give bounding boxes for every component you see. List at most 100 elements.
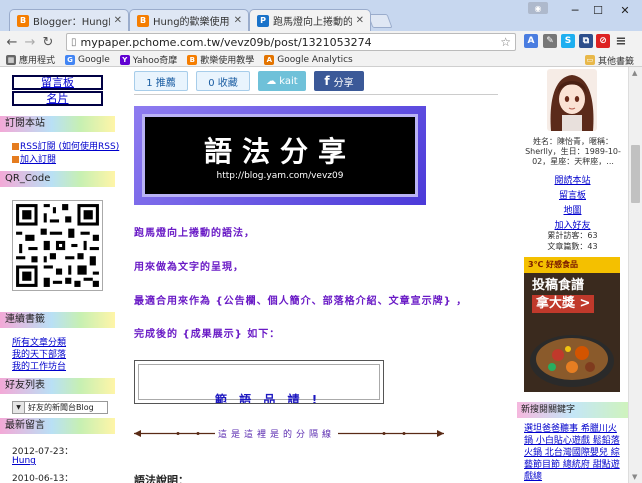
star-icon[interactable]: ☆	[500, 35, 511, 49]
blogger-icon: B	[17, 14, 29, 27]
map-link[interactable]: 地圖	[517, 203, 628, 216]
bookmark-google[interactable]: G Google	[65, 54, 110, 65]
plurk-button[interactable]: ☁ kait	[258, 71, 306, 91]
reload-icon[interactable]: ↻	[39, 35, 57, 50]
tab-strip: B Blogger：Hung的歡樂 ✕ B Hung的歡樂使用教學 ✕ P 跑馬…	[0, 0, 642, 31]
latest-author[interactable]: Hung	[12, 456, 36, 466]
collect-button[interactable]: 0 收藏	[196, 71, 250, 91]
address-bar[interactable]: ▯ mypaper.pchome.com.tw/vevz09b/post/132…	[66, 33, 516, 51]
bookmark-apps[interactable]: ▦ 應用程式	[6, 53, 55, 66]
tab-title: 跑馬燈向上捲動的語法 - P	[273, 17, 352, 28]
paragraph-2: 用來做為文字的呈現，	[134, 262, 244, 273]
tab-title: Hung的歡樂使用教學	[153, 17, 230, 28]
paragraph-4: 完成後的 {成果展示} 如下：	[134, 329, 281, 340]
forward-icon[interactable]: →	[21, 35, 39, 50]
profile-icon[interactable]: ◉	[528, 2, 548, 14]
qr-header: QR_Code	[0, 171, 115, 187]
rss-link[interactable]: RSS訂閱 (如何使用RSS)	[12, 139, 119, 152]
rss-icon	[12, 143, 19, 150]
paragraph-1: 跑馬燈向上捲動的語法，	[134, 228, 255, 239]
add-subscribe-label: 加入訂閱	[20, 155, 57, 165]
new-tab-button[interactable]	[367, 14, 393, 28]
google-icon: G	[65, 54, 76, 65]
bookmark-blogger[interactable]: B 歡樂使用教學	[187, 53, 254, 66]
scroll-up-icon[interactable]: ▲	[632, 69, 637, 77]
article-count: 文章篇數：43	[547, 242, 598, 251]
guestbook-button[interactable]: 留言板	[12, 75, 103, 90]
page-scrollbar[interactable]: ▲ ▼	[628, 67, 642, 483]
visitor-count: 累計訪客：63	[547, 231, 598, 240]
marquee-text: 範 語 品 請 !	[215, 393, 322, 404]
back-icon[interactable]: ←	[3, 35, 21, 50]
skype-icon[interactable]: S	[561, 34, 575, 48]
latest-header: 最新留言	[0, 418, 115, 434]
ad-banner[interactable]: 3℃ 好感食品 投稿食譜 拿大獎 >	[524, 257, 620, 392]
tab-blogger-1[interactable]: B Blogger：Hung的歡樂 ✕	[9, 9, 129, 31]
profile-text: 姓名：陳怡青，暱稱：Sherlly，生日：1989-10-02，星座：天秤座，.…	[525, 137, 621, 166]
divider	[134, 94, 498, 95]
avatar	[547, 69, 597, 131]
analytics-icon: A	[264, 54, 275, 65]
bookmark-label: 歡樂使用教學	[200, 56, 255, 66]
plurk-icon: ☁	[266, 75, 277, 87]
paragraph-3: 最適合用來作為 {公告欄、個人簡介、部落格介紹、文章宣示牌} ，	[134, 296, 468, 307]
grid-icon: ▦	[6, 54, 16, 65]
close-icon[interactable]: ✕	[234, 15, 242, 26]
facebook-share-button[interactable]: f 分享	[314, 71, 364, 91]
chevron-down-icon: ▼	[13, 402, 25, 413]
bookmark-label: Yahoo奇摩	[132, 56, 178, 66]
right-sidebar: 姓名：陳怡青，暱稱：Sherlly，生日：1989-10-02，星座：天秤座，.…	[517, 67, 628, 483]
close-icon[interactable]: ✕	[356, 15, 364, 26]
left-sidebar: 留言板 名片 訂閱本站 RSS訂閱 (如何使用RSS) 加入訂閱 QR_Code	[0, 67, 119, 483]
bookmark-analytics[interactable]: A Google Analytics	[264, 54, 353, 65]
series-header: 連續書籤	[0, 312, 115, 328]
banner-url: http://blog.yam.com/vevz09	[216, 171, 344, 181]
pchome-icon: P	[257, 14, 269, 27]
ad-line-1: 投稿食譜	[532, 278, 585, 293]
series-link-workshop[interactable]: 我的工作坊台	[12, 359, 66, 372]
scroll-thumb[interactable]	[631, 145, 640, 203]
bookmark-yahoo[interactable]: Y Yahoo奇摩	[119, 53, 178, 66]
close-window-icon[interactable]: ✕	[612, 0, 638, 20]
recommend-button[interactable]: 1 推薦	[134, 71, 188, 91]
blogger-icon: B	[187, 54, 198, 65]
yahoo-icon: Y	[119, 54, 130, 65]
maximize-icon[interactable]: ☐	[587, 0, 609, 20]
adblock-icon[interactable]: ⊘	[596, 34, 610, 48]
url-text: mypaper.pchome.com.tw/vevz09b/post/13210…	[80, 35, 372, 49]
close-icon[interactable]: ✕	[114, 15, 122, 26]
bookmark-label: Google	[78, 54, 110, 65]
news-keywords[interactable]: 選坦爸爸聽事 希臘川火鍋 小白貼心遊戲 鬆鉛落火鍋 北台灣國際嬰兒 綜藝節目節 …	[524, 423, 624, 483]
subscribe-header: 訂閱本站	[0, 116, 115, 132]
read-site-link[interactable]: 閱読本站	[517, 173, 628, 186]
qr-code	[12, 200, 103, 291]
syntax-heading: 語法說明：	[134, 474, 189, 483]
page-content: 留言板 名片 訂閱本站 RSS訂閱 (如何使用RSS) 加入訂閱 QR_Code	[0, 67, 628, 483]
title-banner: 語法分享 http://blog.yam.com/vevz09	[134, 106, 426, 205]
folder-icon: ▭	[584, 55, 595, 65]
puzzle-icon[interactable]: ⧉	[579, 34, 593, 48]
menu-icon[interactable]: ≡	[614, 34, 628, 49]
evernote-icon[interactable]: ✎	[543, 34, 557, 48]
namecard-button[interactable]: 名片	[12, 91, 103, 106]
friends-select-value: 好友的新聞台Blog	[28, 403, 94, 412]
friends-select[interactable]: ▼ 好友的新聞台Blog	[12, 401, 108, 414]
bookmark-label: 其他書籤	[597, 56, 634, 67]
bookmark-other[interactable]: ▭ 其他書籤	[584, 53, 634, 67]
add-subscribe-link[interactable]: 加入訂閱	[12, 152, 56, 165]
tab-pchome[interactable]: P 跑馬燈向上捲動的語法 - P ✕	[249, 9, 371, 31]
banner-title: 語法分享	[203, 135, 356, 168]
guestbook-link[interactable]: 留言板	[517, 188, 628, 201]
plurk-label: kait	[279, 75, 298, 87]
blogger-icon: B	[137, 14, 149, 27]
scroll-down-icon[interactable]: ▼	[632, 473, 637, 481]
qr-code-icon	[13, 201, 102, 290]
bookmark-label: 應用程式	[19, 56, 56, 66]
rss-label: RSS訂閱 (如何使用RSS)	[20, 142, 120, 152]
bookmark-label: Google Analytics	[277, 54, 353, 65]
minimize-icon[interactable]: ─	[564, 0, 586, 20]
tab-blogger-2[interactable]: B Hung的歡樂使用教學 ✕	[129, 9, 249, 31]
rss-icon	[12, 156, 19, 163]
friends-header: 好友列表	[0, 378, 115, 394]
translate-icon[interactable]: A	[524, 34, 538, 48]
